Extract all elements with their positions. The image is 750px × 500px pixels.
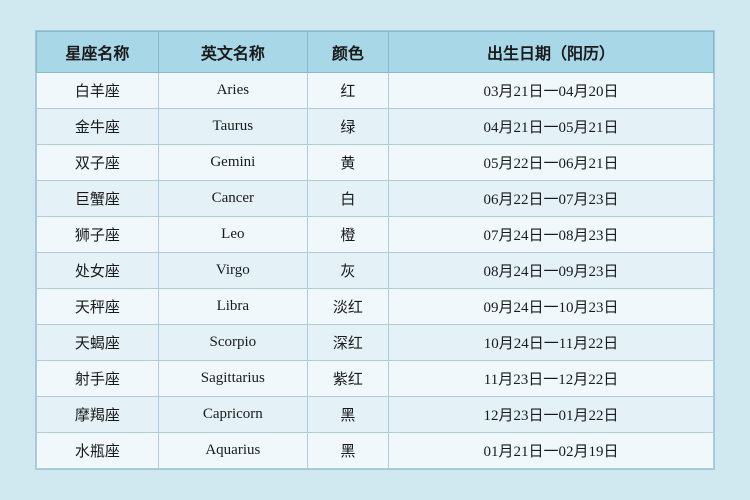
cell-english: Gemini: [158, 145, 307, 181]
cell-date: 05月22日一06月21日: [389, 145, 714, 181]
table-row: 天秤座Libra淡红09月24日一10月23日: [37, 289, 714, 325]
header-date: 出生日期（阳历）: [389, 32, 714, 73]
table-row: 摩羯座Capricorn黑12月23日一01月22日: [37, 397, 714, 433]
cell-color: 白: [307, 181, 388, 217]
cell-chinese: 天秤座: [37, 289, 159, 325]
cell-date: 03月21日一04月20日: [389, 73, 714, 109]
cell-chinese: 水瓶座: [37, 433, 159, 469]
cell-date: 06月22日一07月23日: [389, 181, 714, 217]
cell-color: 灰: [307, 253, 388, 289]
cell-chinese: 金牛座: [37, 109, 159, 145]
cell-date: 01月21日一02月19日: [389, 433, 714, 469]
cell-date: 10月24日一11月22日: [389, 325, 714, 361]
cell-english: Leo: [158, 217, 307, 253]
cell-color: 橙: [307, 217, 388, 253]
cell-english: Aquarius: [158, 433, 307, 469]
table-row: 狮子座Leo橙07月24日一08月23日: [37, 217, 714, 253]
table-row: 巨蟹座Cancer白06月22日一07月23日: [37, 181, 714, 217]
cell-chinese: 巨蟹座: [37, 181, 159, 217]
zodiac-table: 星座名称 英文名称 颜色 出生日期（阳历） 白羊座Aries红03月21日一04…: [36, 31, 714, 469]
cell-english: Scorpio: [158, 325, 307, 361]
cell-english: Cancer: [158, 181, 307, 217]
cell-color: 黑: [307, 433, 388, 469]
header-chinese: 星座名称: [37, 32, 159, 73]
cell-chinese: 摩羯座: [37, 397, 159, 433]
table-body: 白羊座Aries红03月21日一04月20日金牛座Taurus绿04月21日一0…: [37, 73, 714, 469]
header-english: 英文名称: [158, 32, 307, 73]
table-header-row: 星座名称 英文名称 颜色 出生日期（阳历）: [37, 32, 714, 73]
cell-date: 04月21日一05月21日: [389, 109, 714, 145]
table-row: 双子座Gemini黄05月22日一06月21日: [37, 145, 714, 181]
cell-color: 紫红: [307, 361, 388, 397]
cell-color: 黑: [307, 397, 388, 433]
cell-english: Sagittarius: [158, 361, 307, 397]
cell-chinese: 处女座: [37, 253, 159, 289]
cell-english: Virgo: [158, 253, 307, 289]
cell-chinese: 射手座: [37, 361, 159, 397]
table-row: 水瓶座Aquarius黑01月21日一02月19日: [37, 433, 714, 469]
cell-chinese: 天蝎座: [37, 325, 159, 361]
cell-date: 12月23日一01月22日: [389, 397, 714, 433]
cell-chinese: 狮子座: [37, 217, 159, 253]
cell-chinese: 白羊座: [37, 73, 159, 109]
cell-date: 11月23日一12月22日: [389, 361, 714, 397]
cell-color: 红: [307, 73, 388, 109]
table-row: 金牛座Taurus绿04月21日一05月21日: [37, 109, 714, 145]
table-row: 射手座Sagittarius紫红11月23日一12月22日: [37, 361, 714, 397]
header-color: 颜色: [307, 32, 388, 73]
cell-english: Taurus: [158, 109, 307, 145]
table-row: 天蝎座Scorpio深红10月24日一11月22日: [37, 325, 714, 361]
cell-color: 黄: [307, 145, 388, 181]
table-row: 白羊座Aries红03月21日一04月20日: [37, 73, 714, 109]
cell-date: 09月24日一10月23日: [389, 289, 714, 325]
cell-english: Aries: [158, 73, 307, 109]
cell-color: 深红: [307, 325, 388, 361]
cell-english: Capricorn: [158, 397, 307, 433]
cell-color: 绿: [307, 109, 388, 145]
zodiac-table-container: 星座名称 英文名称 颜色 出生日期（阳历） 白羊座Aries红03月21日一04…: [35, 30, 715, 470]
cell-date: 07月24日一08月23日: [389, 217, 714, 253]
cell-chinese: 双子座: [37, 145, 159, 181]
table-row: 处女座Virgo灰08月24日一09月23日: [37, 253, 714, 289]
cell-date: 08月24日一09月23日: [389, 253, 714, 289]
cell-color: 淡红: [307, 289, 388, 325]
cell-english: Libra: [158, 289, 307, 325]
